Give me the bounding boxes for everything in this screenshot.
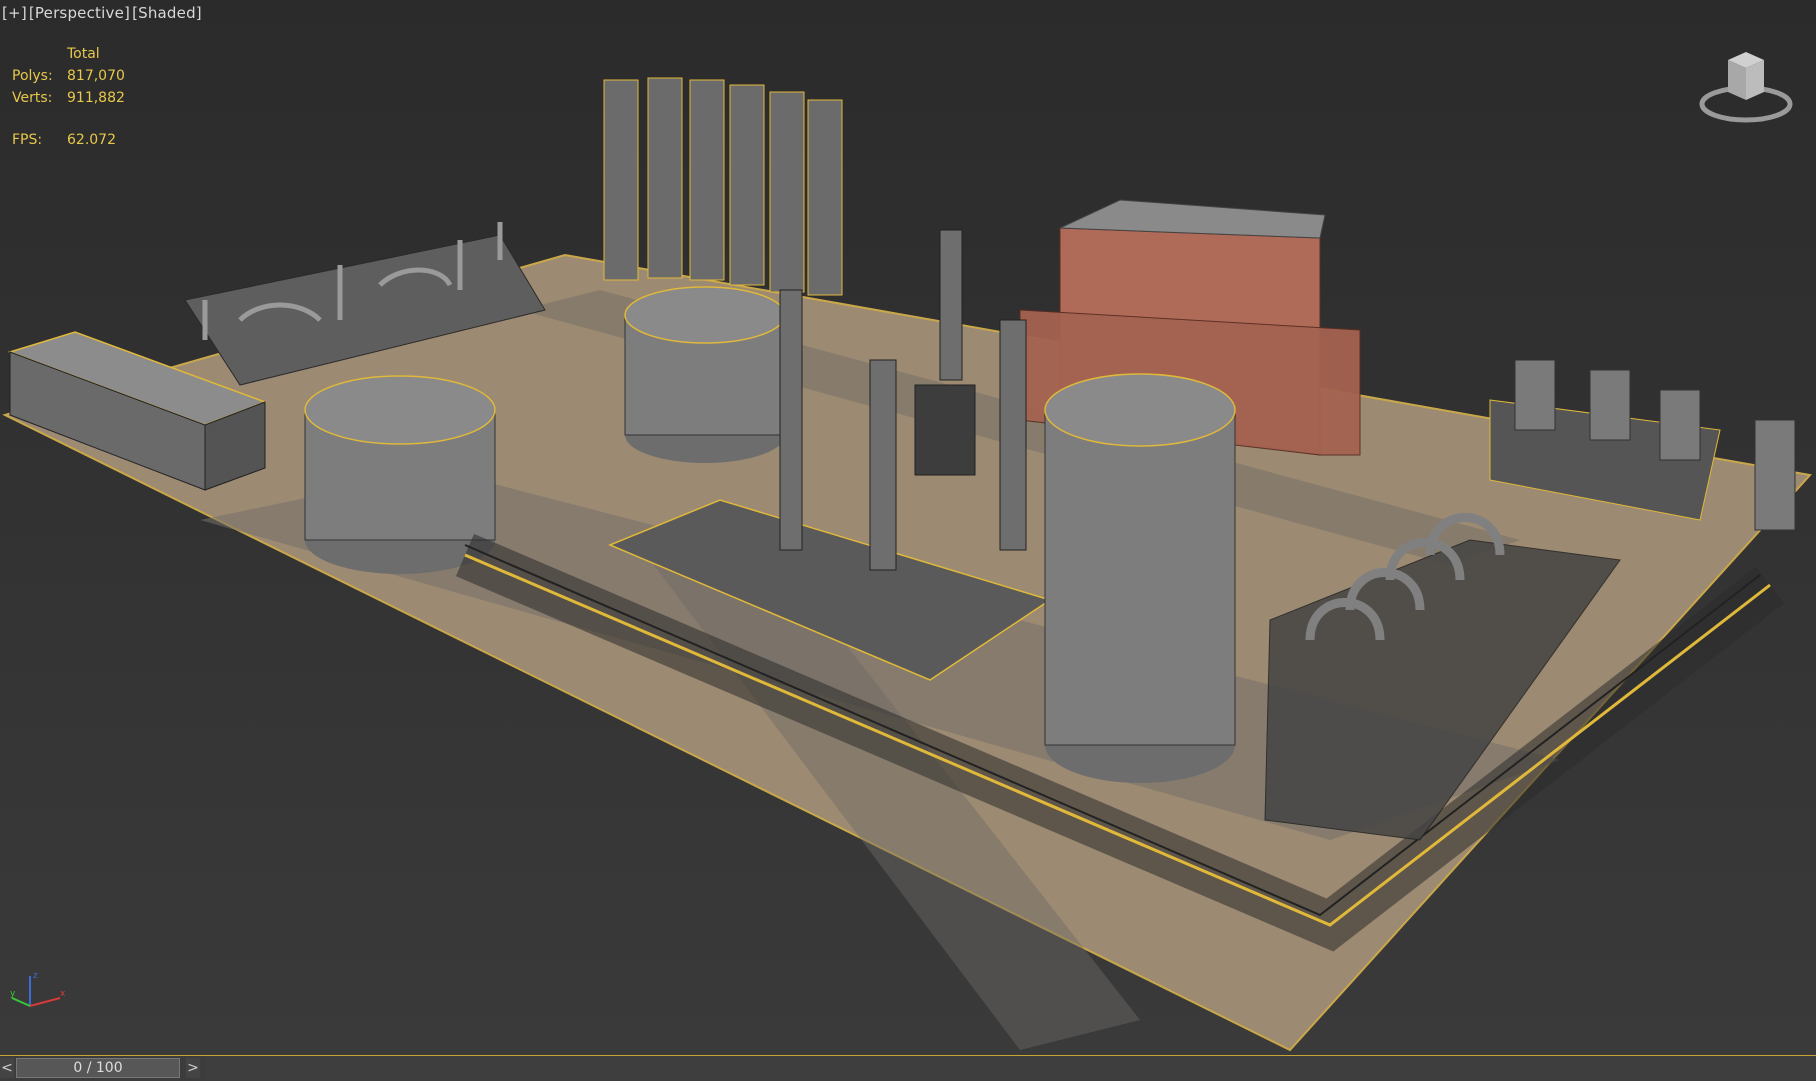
distillation-columns (603, 77, 843, 296)
viewport-shading-label[interactable]: [Shaded] (132, 4, 202, 22)
axis-x-label: x (60, 989, 66, 999)
axis-tripod-icon: z x y (10, 971, 66, 1007)
verts-label: Verts: (12, 90, 53, 106)
timeline-track[interactable] (206, 1056, 1816, 1080)
axis-y-label: y (10, 989, 16, 999)
verts-value: 911,882 (67, 90, 125, 106)
timeline-next-button[interactable]: > (186, 1058, 200, 1078)
viewport-menu-plus[interactable]: [+] (2, 4, 27, 22)
polys-value: 817,070 (67, 68, 125, 84)
polys-label: Polys: (12, 68, 53, 84)
fps-value: 62.072 (67, 132, 116, 148)
timeline-bar: < 0 / 100 > (0, 1055, 1816, 1081)
fps-label: FPS: (12, 132, 43, 148)
viewport-label[interactable]: [+] [Perspective] [Shaded] (2, 4, 204, 22)
stats-header: Total (67, 46, 100, 62)
storage-tank-center (624, 286, 786, 463)
viewport-view-label[interactable]: [Perspective] (29, 4, 130, 22)
timeline-slider[interactable]: 0 / 100 (16, 1058, 180, 1078)
storage-tank-left (304, 375, 496, 574)
axis-z-label: z (33, 971, 38, 981)
viewcube-icon[interactable] (1698, 40, 1794, 126)
viewport-perspective[interactable]: [+] [Perspective] [Shaded] Total Polys: 817… (0, 0, 1816, 1055)
timeline-prev-button[interactable]: < (0, 1058, 14, 1078)
refinery-scene[interactable] (0, 0, 1816, 1055)
storage-tank-large (1044, 373, 1236, 783)
